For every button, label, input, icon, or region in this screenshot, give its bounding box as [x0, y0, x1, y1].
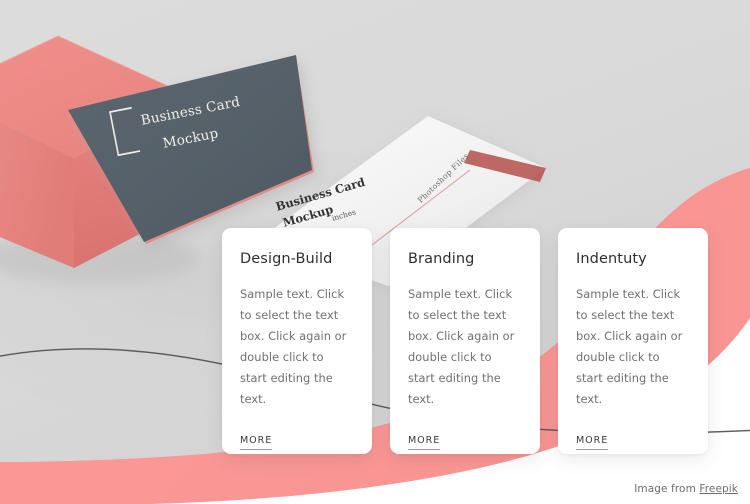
card-body-text: Sample text. Click to select the text bo… — [576, 287, 683, 406]
card-body-text: Sample text. Click to select the text bo… — [408, 287, 515, 406]
card-body-text: Sample text. Click to select the text bo… — [240, 287, 347, 406]
image-attribution: Image from Freepik — [634, 483, 738, 495]
feature-card-branding[interactable]: Branding Sample text. Click to select th… — [390, 228, 540, 454]
card-title: Indentuty — [576, 251, 647, 267]
card-more-link[interactable]: MORE — [408, 435, 441, 450]
card-title: Branding — [408, 251, 475, 267]
freepik-link[interactable]: Freepik — [699, 483, 738, 495]
page-root: Business Card Mockup Business Card Mocku… — [0, 0, 750, 504]
card-more-link[interactable]: MORE — [240, 435, 273, 450]
card-more-link[interactable]: MORE — [576, 435, 609, 450]
card-title: Design-Build — [240, 251, 333, 267]
feature-card-indentuty[interactable]: Indentuty Sample text. Click to select t… — [558, 228, 708, 454]
feature-cards-row: Design-Build Sample text. Click to selec… — [222, 228, 710, 454]
attribution-prefix: Image from — [634, 483, 700, 495]
feature-card-design-build[interactable]: Design-Build Sample text. Click to selec… — [222, 228, 372, 454]
